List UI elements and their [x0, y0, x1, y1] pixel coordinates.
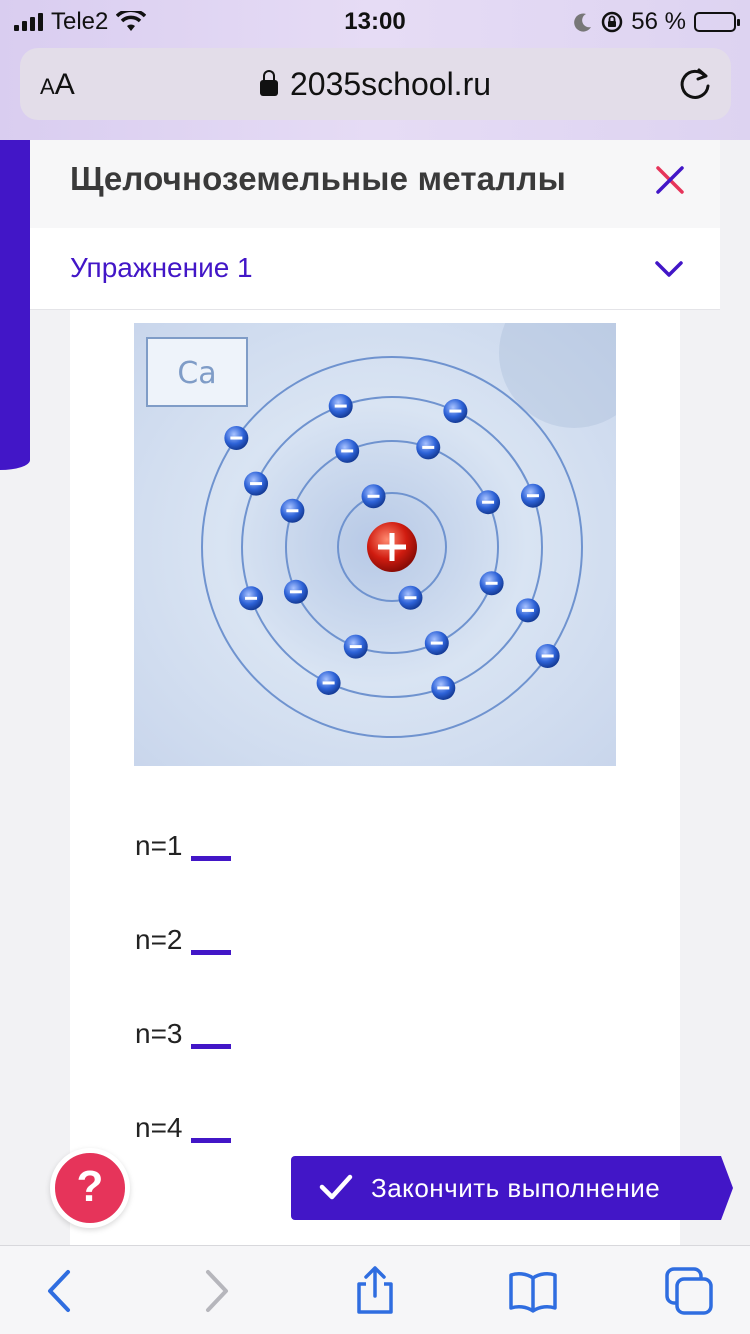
- electron: [239, 586, 264, 611]
- electron: [280, 498, 305, 523]
- forward-icon[interactable]: [190, 1266, 240, 1316]
- answer-row-3: n=3: [135, 1018, 231, 1050]
- electron: [316, 670, 341, 695]
- electron: [535, 643, 560, 668]
- shell-label: n=2: [135, 924, 183, 955]
- electron: [361, 484, 386, 509]
- answer-row-2: n=2: [135, 924, 231, 956]
- status-bar: Tele2 13:00 56 %: [0, 0, 750, 42]
- electron: [335, 438, 360, 463]
- electron: [443, 399, 468, 424]
- page-header: Щелочноземельные металлы: [30, 140, 720, 228]
- shell-label: n=4: [135, 1112, 183, 1143]
- electron: [431, 675, 456, 700]
- finish-button[interactable]: Закончить выполнение: [291, 1156, 733, 1220]
- exercise-label: Упражнение 1: [70, 252, 253, 283]
- url-text: 2035school.ru: [289, 66, 492, 102]
- calcium-atom-diagram: Ca: [134, 323, 616, 766]
- electron: [244, 471, 269, 496]
- back-icon[interactable]: [36, 1266, 86, 1316]
- shell-label: n=1: [135, 830, 183, 861]
- shell-label: n=3: [135, 1018, 183, 1049]
- finish-button-label: Закончить выполнение: [371, 1173, 661, 1203]
- decorative-band: [0, 140, 30, 470]
- electron: [515, 598, 540, 623]
- electron: [224, 426, 249, 451]
- share-icon[interactable]: [350, 1266, 400, 1316]
- page-title: Щелочноземельные металлы: [70, 160, 566, 197]
- orientation-lock-icon: [602, 11, 623, 33]
- exercise-selector[interactable]: Упражнение 1: [30, 228, 720, 310]
- check-icon: [319, 1174, 353, 1200]
- electron: [479, 571, 504, 596]
- answer-input[interactable]: [190, 831, 231, 861]
- exercise-content: Ca n=1 n=2 n=3 n=4: [70, 310, 680, 1245]
- electron: [424, 631, 449, 656]
- tabs-icon[interactable]: [664, 1266, 714, 1316]
- close-icon[interactable]: [650, 160, 690, 200]
- help-button[interactable]: ?: [50, 1148, 130, 1228]
- electron: [328, 394, 353, 419]
- answer-input[interactable]: [190, 1113, 231, 1143]
- element-symbol: Ca: [177, 356, 216, 391]
- electron: [520, 483, 545, 508]
- moon-icon: [574, 13, 592, 32]
- lock-icon: [259, 70, 278, 96]
- answer-row-4: n=4: [135, 1112, 231, 1144]
- battery-icon: [694, 12, 740, 32]
- bookmarks-icon[interactable]: [508, 1266, 558, 1316]
- electron: [416, 435, 441, 460]
- battery-percent: 56 %: [631, 8, 686, 35]
- reload-icon[interactable]: [675, 64, 715, 104]
- answer-input[interactable]: [190, 1019, 231, 1049]
- electron: [398, 585, 423, 610]
- electron: [343, 634, 368, 659]
- browser-toolbar: [0, 1245, 750, 1334]
- electron: [283, 579, 308, 604]
- address-bar[interactable]: AA 2035school.ru: [20, 48, 731, 120]
- answer-input[interactable]: [190, 925, 231, 955]
- chevron-down-icon[interactable]: [654, 258, 684, 280]
- browser-top-chrome: Tele2 13:00 56 % AA 2035school.ru: [0, 0, 750, 140]
- answer-row-1: n=1: [135, 830, 231, 862]
- electron: [476, 490, 501, 515]
